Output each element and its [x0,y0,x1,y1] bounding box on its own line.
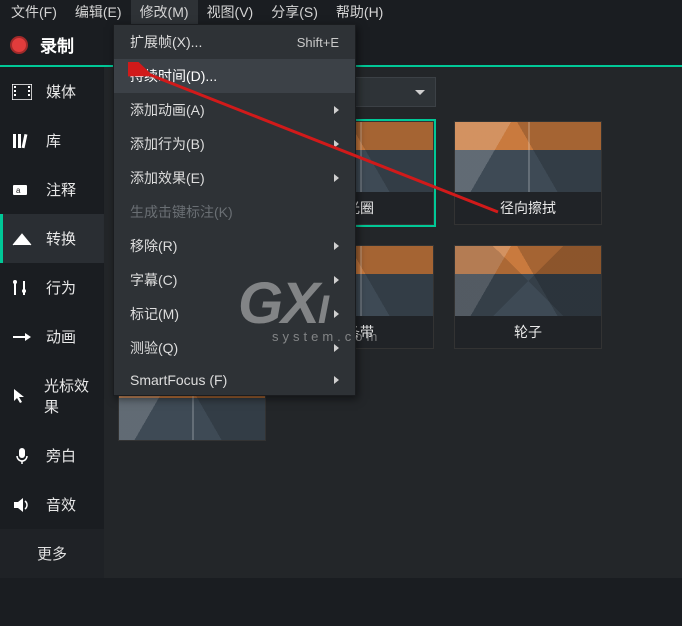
sidebar-item-label: 库 [46,130,61,151]
record-label: 录制 [40,32,74,57]
menu-3[interactable]: 视图(V) [198,0,263,25]
record-button[interactable] [10,36,28,54]
menu-1[interactable]: 编辑(E) [66,0,131,25]
modify-menu-dropdown: 扩展帧(X)... Shift+E 持续时间(D)... 添加动画(A) 添加行为(B)… [113,24,356,396]
sidebar-item-label: 注释 [46,179,76,200]
menu-item-1[interactable]: 持续时间(D)... [114,59,355,93]
menu-item-label: SmartFocus (F) [130,372,227,388]
sidebar-item-label: 媒体 [46,81,76,102]
sidebar-item-anim[interactable]: 动画 [0,312,104,361]
sidebar-item-narration[interactable]: 旁白 [0,431,104,480]
media-icon [12,83,32,101]
transition-caption: 轮子 [455,316,601,348]
sidebar: 媒体库 a 注释转换行为动画光标效果旁白音效更多 [0,67,104,578]
menu-item-2[interactable]: 添加动画(A) [114,93,355,127]
menu-item-label: 字幕(C) [130,270,177,290]
menu-item-9[interactable]: 测验(Q) [114,331,355,365]
annot-icon: a [12,181,32,199]
menu-item-label: 标记(M) [130,304,179,324]
menu-item-label: 添加动画(A) [130,100,205,120]
speaker-icon [12,496,32,514]
cursor-icon [12,387,30,405]
sidebar-item-trans[interactable]: 转换 [0,214,104,263]
chevron-down-icon [415,90,425,95]
menu-item-label: 扩展帧(X)... [130,32,202,52]
menu-item-0[interactable]: 扩展帧(X)... Shift+E [114,25,355,59]
transition-caption: 径向擦拭 [455,192,601,224]
menu-item-label: 生成击键标注(K) [130,202,233,222]
menu-item-label: 持续时间(D)... [130,66,217,86]
sidebar-more[interactable]: 更多 [0,529,104,578]
menu-item-7[interactable]: 字幕(C) [114,263,355,297]
sidebar-item-media[interactable]: 媒体 [0,67,104,116]
sidebar-item-behavior[interactable]: 行为 [0,263,104,312]
menu-item-label: 添加效果(E) [130,168,205,188]
menu-2[interactable]: 修改(M) [131,0,198,25]
transition-tile[interactable]: 径向擦拭 [454,121,602,225]
sidebar-item-audio[interactable]: 音效 [0,480,104,529]
menu-item-5: 生成击键标注(K) [114,195,355,229]
menubar: 文件(F)编辑(E)修改(M)视图(V)分享(S)帮助(H) [0,0,682,24]
menu-item-label: 添加行为(B) [130,134,205,154]
menu-item-4[interactable]: 添加效果(E) [114,161,355,195]
mic-icon [12,447,32,465]
anim-icon [12,328,32,346]
library-icon [12,132,32,150]
menu-4[interactable]: 分享(S) [262,0,327,25]
sidebar-item-library[interactable]: 库 [0,116,104,165]
svg-text:a: a [16,186,21,195]
sidebar-item-label: 动画 [46,326,76,347]
transition-tile[interactable]: 轮子 [454,245,602,349]
menu-0[interactable]: 文件(F) [2,0,66,25]
sidebar-item-label: 行为 [46,277,76,298]
menu-item-label: 测验(Q) [130,338,178,358]
transition-thumbnail [455,246,601,316]
sidebar-item-annot[interactable]: a 注释 [0,165,104,214]
menu-item-8[interactable]: 标记(M) [114,297,355,331]
trans-icon [12,230,32,248]
menu-item-6[interactable]: 移除(R) [114,229,355,263]
menu-item-label: 移除(R) [130,236,177,256]
sidebar-item-label: 转换 [46,228,76,249]
menu-item-shortcut: Shift+E [297,35,339,50]
sidebar-item-label: 光标效果 [44,375,92,417]
sidebar-item-label: 音效 [46,494,76,515]
menu-item-3[interactable]: 添加行为(B) [114,127,355,161]
behavior-icon [12,279,32,297]
transition-thumbnail [455,122,601,192]
sidebar-item-label: 旁白 [46,445,76,466]
sidebar-item-cursor[interactable]: 光标效果 [0,361,104,431]
menu-5[interactable]: 帮助(H) [327,0,392,25]
menu-item-10[interactable]: SmartFocus (F) [114,365,355,395]
